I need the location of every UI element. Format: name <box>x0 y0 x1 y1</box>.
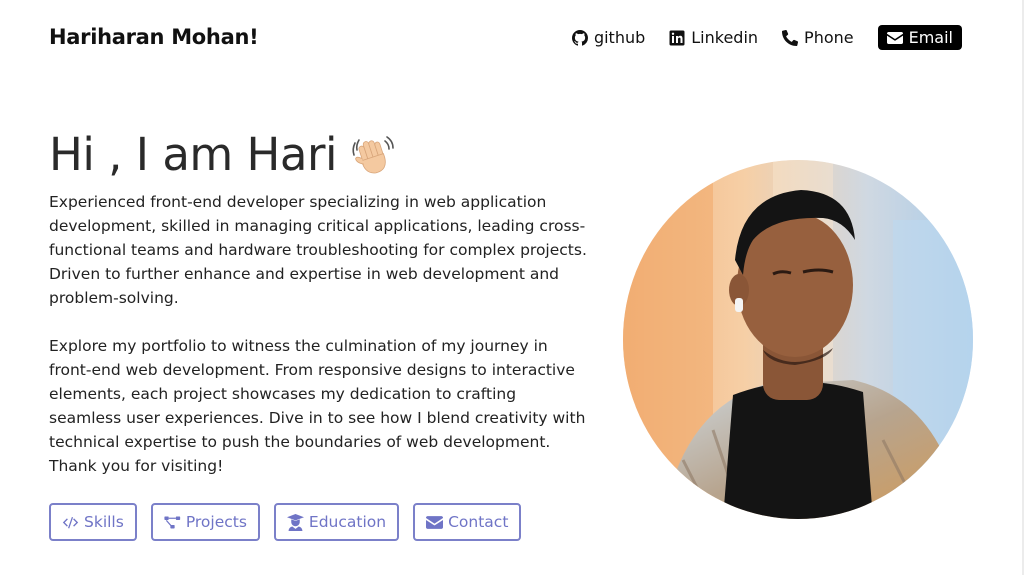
waving-hand-icon <box>349 131 397 179</box>
brand-name[interactable]: Hariharan Mohan! <box>49 25 259 49</box>
profile-photo <box>623 160 973 519</box>
hero-title-text: Hi , I am Hari <box>49 128 337 181</box>
phone-icon <box>782 29 799 46</box>
nav-link-linkedin[interactable]: Linkedin <box>669 25 758 50</box>
hero-title: Hi , I am Hari <box>49 128 397 181</box>
graduate-icon <box>286 513 304 531</box>
nav-links: github Linkedin Phone Email <box>548 25 962 50</box>
education-button[interactable]: Education <box>273 503 400 541</box>
portfolio-paragraph: Explore my portfolio to witness the culm… <box>49 337 586 475</box>
nav-link-label: Email <box>908 28 953 47</box>
code-icon <box>62 516 79 528</box>
envelope-icon <box>886 31 903 44</box>
project-diagram-icon <box>164 516 180 528</box>
section-buttons: Skills Projects Education Contact <box>49 503 535 541</box>
top-navbar: Hariharan Mohan! github Linkedin Phone E… <box>0 0 1022 76</box>
projects-button[interactable]: Projects <box>150 503 260 541</box>
nav-link-github[interactable]: github <box>571 25 646 50</box>
nav-link-label: github <box>593 28 646 47</box>
contact-button[interactable]: Contact <box>413 503 522 541</box>
skills-button-label: Skills <box>84 513 124 531</box>
contact-button-label: Contact <box>448 513 509 531</box>
nav-link-label: Linkedin <box>691 28 759 47</box>
intro-paragraph: Experienced front-end developer speciali… <box>49 193 587 307</box>
envelope-icon <box>426 515 444 529</box>
projects-button-label: Projects <box>185 513 247 531</box>
education-button-label: Education <box>308 513 387 531</box>
github-icon <box>571 29 588 46</box>
linkedin-icon <box>669 30 685 45</box>
skills-button[interactable]: Skills <box>49 503 137 541</box>
nav-link-label: Phone <box>804 28 854 47</box>
nav-link-phone[interactable]: Phone <box>782 25 854 50</box>
nav-link-email[interactable]: Email <box>877 25 962 50</box>
